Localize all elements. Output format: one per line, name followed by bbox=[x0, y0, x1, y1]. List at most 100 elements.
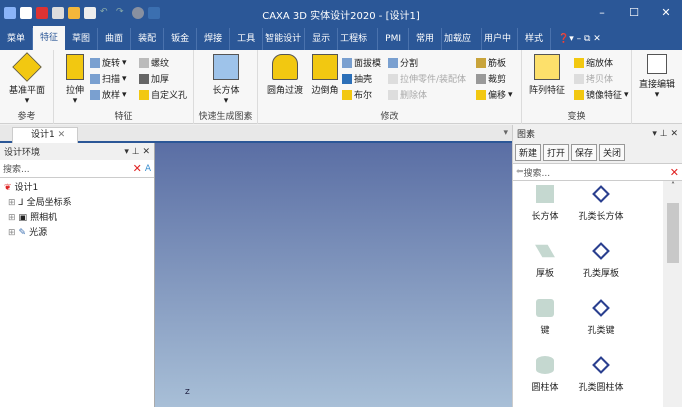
split-icon bbox=[388, 57, 398, 68]
tab-annotation[interactable]: 工程标注 bbox=[338, 28, 379, 50]
revolve-button[interactable]: 旋转 ▾ bbox=[90, 56, 127, 69]
copy-body-button[interactable]: 拷贝体 bbox=[574, 72, 613, 85]
minimize-button[interactable]: – bbox=[586, 0, 618, 26]
element-label: 厚板 bbox=[535, 269, 554, 279]
trim-button[interactable]: 裁剪 bbox=[476, 72, 506, 85]
draft-button[interactable]: 面拔模 bbox=[342, 56, 381, 69]
tab-sheetmetal[interactable]: 钣金 bbox=[164, 28, 198, 50]
sweep-icon bbox=[90, 73, 100, 84]
clear-search-icon[interactable]: ✕ bbox=[133, 162, 145, 175]
direct-edit-button[interactable]: 直接编辑 ▾ bbox=[632, 54, 682, 100]
thicken-icon bbox=[139, 73, 149, 84]
expand-icon[interactable]: ⊞ bbox=[8, 196, 16, 211]
undo-icon[interactable]: ↶ bbox=[100, 7, 112, 19]
delete-body-button[interactable]: 删除体 bbox=[388, 88, 427, 101]
filter-icon[interactable]: A bbox=[145, 164, 154, 174]
element-hole-plate[interactable]: 孔类厚板 bbox=[571, 242, 631, 279]
thread-button[interactable]: 螺纹 bbox=[139, 56, 169, 69]
render-icon[interactable] bbox=[132, 7, 144, 19]
draft-icon bbox=[342, 57, 352, 68]
panel-controls[interactable]: ▾ ⊥ ✕ bbox=[124, 147, 150, 157]
sweep-button[interactable]: 扫描 ▾ bbox=[90, 72, 127, 85]
cuboid-button[interactable]: 长方体 ▾ bbox=[201, 54, 251, 106]
extrude-part-button[interactable]: 拉伸零件/装配体 bbox=[388, 72, 466, 85]
tab-weld[interactable]: 焊接 bbox=[197, 28, 231, 50]
tree-item-light[interactable]: ⊞ ✎ 光源 bbox=[4, 226, 150, 241]
element-scrollbar[interactable]: ˄ bbox=[664, 181, 682, 407]
extrude-label: 拉伸 bbox=[65, 86, 84, 96]
element-cylinder[interactable]: 圆柱体 bbox=[515, 356, 575, 393]
tab-style[interactable]: 样式 bbox=[518, 28, 552, 50]
tab-display[interactable]: 显示 bbox=[305, 28, 339, 50]
open-button[interactable]: 打开 bbox=[543, 144, 570, 161]
save-icon[interactable] bbox=[84, 7, 96, 19]
scroll-thumb[interactable] bbox=[667, 203, 679, 263]
element-cuboid[interactable]: 长方体 bbox=[515, 185, 575, 222]
element-hole-key[interactable]: 孔类键 bbox=[571, 299, 631, 336]
custom-hole-button[interactable]: 自定义孔 bbox=[139, 88, 187, 101]
tab-smart-design[interactable]: 智能设计 bbox=[263, 28, 306, 50]
new-button[interactable]: 新建 bbox=[515, 144, 542, 161]
loft-button[interactable]: 放样 ▾ bbox=[90, 88, 127, 101]
pattern-icon bbox=[534, 54, 560, 80]
thread-label: 螺纹 bbox=[151, 59, 170, 69]
maximize-button[interactable]: ☐ bbox=[618, 0, 650, 26]
expand-icon[interactable]: ⊞ bbox=[8, 211, 16, 226]
clear-search-icon[interactable]: ✕ bbox=[670, 166, 682, 179]
folder-icon[interactable] bbox=[68, 7, 80, 19]
element-key[interactable]: 键 bbox=[515, 299, 575, 336]
delete-body-label: 删除体 bbox=[400, 91, 428, 101]
thicken-button[interactable]: 加厚 bbox=[139, 72, 169, 85]
tab-addins[interactable]: 加载应用 bbox=[442, 28, 483, 50]
tab-tools[interactable]: 工具 bbox=[230, 28, 264, 50]
scroll-up-icon[interactable]: ˄ bbox=[664, 181, 682, 190]
tab-common[interactable]: 常用 bbox=[409, 28, 443, 50]
close-tab-icon[interactable]: ✕ bbox=[58, 130, 66, 140]
new-icon[interactable] bbox=[20, 7, 32, 19]
tab-feature[interactable]: 特征 bbox=[33, 26, 66, 50]
element-hole-cylinder[interactable]: 孔类圆柱体 bbox=[571, 356, 631, 393]
tree-search-input[interactable]: 搜索... bbox=[3, 162, 30, 175]
doc-tab-design1[interactable]: 设计1 ✕ bbox=[12, 127, 78, 143]
tab-assembly[interactable]: 装配 bbox=[131, 28, 165, 50]
plate-icon bbox=[535, 244, 555, 258]
split-button[interactable]: 分割 bbox=[388, 56, 418, 69]
catalog-search-input[interactable]: 搜索... bbox=[524, 166, 551, 179]
panel-controls[interactable]: ▾ ⊥ ✕ bbox=[652, 129, 678, 139]
revolve-icon bbox=[90, 57, 100, 68]
mirror-button[interactable]: 镜像特征 ▾ bbox=[574, 88, 629, 101]
expand-icon[interactable]: ⊞ bbox=[8, 226, 16, 241]
tree-label: 全局坐标系 bbox=[26, 198, 72, 208]
snap-icon[interactable] bbox=[148, 7, 160, 19]
tree-item-design1[interactable]: ❦ 设计1 bbox=[4, 181, 150, 196]
close-doc-icon[interactable] bbox=[36, 7, 48, 19]
scale-body-button[interactable]: 缩放体 bbox=[574, 56, 613, 69]
tab-list-dropdown[interactable]: ▾ bbox=[503, 128, 508, 138]
fillet-icon bbox=[272, 54, 298, 80]
cuboid-label: 长方体 bbox=[212, 86, 240, 96]
shell-button[interactable]: 抽壳 bbox=[342, 72, 372, 85]
tab-pmi[interactable]: PMI bbox=[378, 28, 409, 50]
tree-item-camera[interactable]: ⊞ ▣ 照相机 bbox=[4, 211, 150, 226]
3d-viewport[interactable]: Z bbox=[155, 143, 512, 407]
open-icon[interactable] bbox=[52, 7, 64, 19]
back-icon[interactable]: ⬅ bbox=[516, 167, 524, 177]
element-plate[interactable]: 厚板 bbox=[515, 242, 575, 279]
datum-plane-button[interactable]: 基准平面 ▾ bbox=[2, 52, 52, 106]
save-button[interactable]: 保存 bbox=[571, 144, 598, 161]
boolean-button[interactable]: 布尔 bbox=[342, 88, 372, 101]
boolean-icon bbox=[342, 89, 352, 100]
redo-icon[interactable]: ↷ bbox=[116, 7, 128, 19]
rib-button[interactable]: 筋板 bbox=[476, 56, 506, 69]
tab-user-center[interactable]: 用户中心 bbox=[482, 28, 519, 50]
tab-menu[interactable]: 菜单 bbox=[0, 28, 34, 50]
help-icon[interactable]: ❓▾ – ⧉ ✕ bbox=[551, 28, 608, 50]
tab-sketch[interactable]: 草图 bbox=[65, 28, 99, 50]
pattern-button[interactable]: 阵列特征 bbox=[522, 54, 572, 96]
close-catalog-button[interactable]: 关闭 bbox=[599, 144, 626, 161]
close-button[interactable]: ✕ bbox=[650, 0, 682, 26]
element-hole-cuboid[interactable]: 孔类长方体 bbox=[571, 185, 631, 222]
tree-item-global-coords[interactable]: ⊞ ⅃ 全局坐标系 bbox=[4, 196, 150, 211]
offset-button[interactable]: 偏移 ▾ bbox=[476, 88, 513, 101]
tab-surface[interactable]: 曲面 bbox=[98, 28, 132, 50]
